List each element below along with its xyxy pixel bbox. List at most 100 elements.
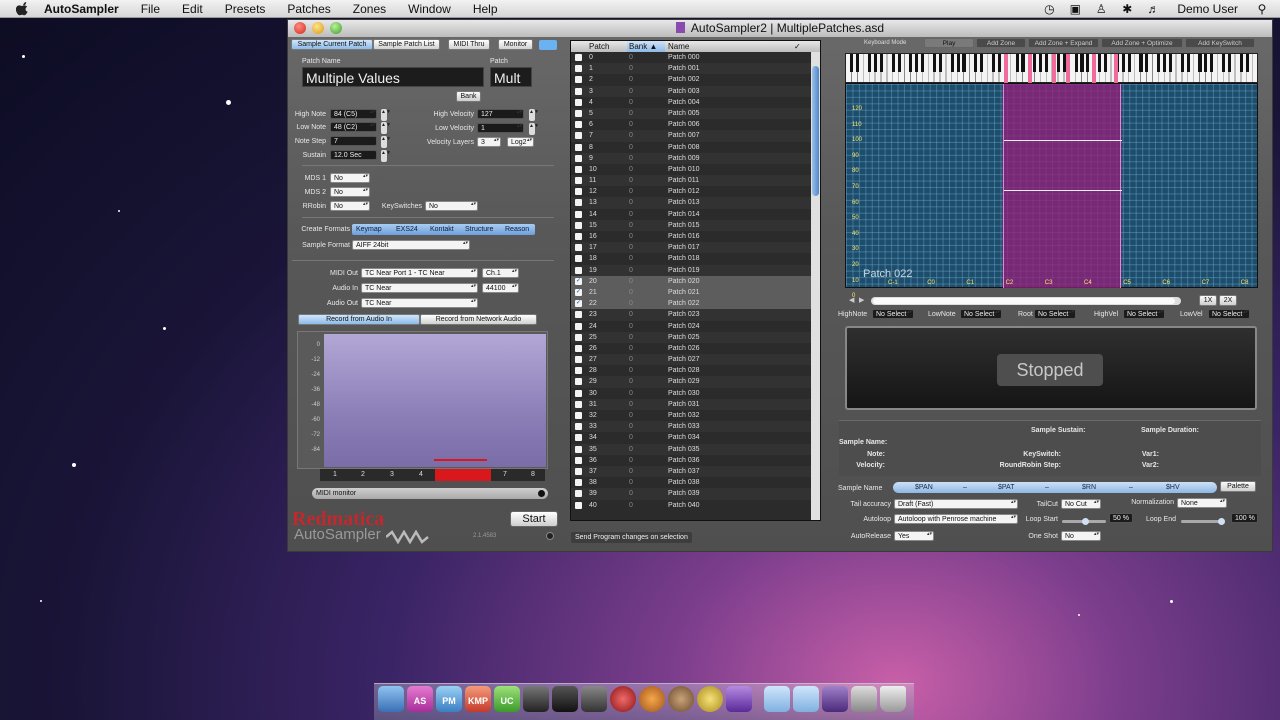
patch-checkbox[interactable]: [575, 311, 582, 319]
patch-checkbox[interactable]: [575, 132, 582, 140]
black-key[interactable]: [950, 54, 954, 72]
black-key[interactable]: [991, 54, 996, 72]
patch-row[interactable]: 38 0 Patch 038: [571, 477, 820, 488]
patch-row[interactable]: 4 0 Patch 004: [571, 97, 820, 108]
patch-row[interactable]: 12 0 Patch 012: [571, 186, 820, 197]
activity-monitor-icon[interactable]: [523, 686, 549, 712]
column-patch[interactable]: Patch: [589, 41, 609, 52]
high-velocity-stepper[interactable]: ▲▼: [529, 109, 539, 121]
send-program-changes-toggle[interactable]: Send Program changes on selection: [571, 532, 692, 543]
patch-checkbox[interactable]: [575, 367, 582, 375]
black-key[interactable]: [856, 54, 860, 72]
patch-checkbox[interactable]: [575, 244, 582, 252]
folder-icon[interactable]: [793, 686, 819, 712]
patch-row[interactable]: 5 0 Patch 005: [571, 107, 820, 120]
mode-add-zone-expand[interactable]: Add Zone + Expand: [1028, 38, 1099, 48]
preview-icon[interactable]: [851, 686, 877, 712]
low-note-stepper[interactable]: ▲▼: [381, 122, 391, 134]
black-key[interactable]: [1204, 54, 1208, 72]
patch-checkbox[interactable]: [575, 423, 582, 431]
scroll-left-icon[interactable]: ◀: [849, 296, 854, 304]
patch-row[interactable]: 0 0 Patch 000: [571, 52, 820, 63]
dock-app-pm[interactable]: PM: [436, 686, 462, 712]
audio-out-select[interactable]: TC Near: [361, 298, 478, 308]
patch-checkbox[interactable]: [575, 177, 582, 185]
black-key[interactable]: [1245, 54, 1249, 72]
patch-row[interactable]: 36 0 Patch 036: [571, 455, 820, 466]
loop-end-value[interactable]: 100 %: [1231, 513, 1258, 523]
patch-row[interactable]: 34 0 Patch 034: [571, 432, 820, 443]
midi-channel-select[interactable]: Ch.1: [482, 268, 519, 278]
token-hv[interactable]: $HV: [1166, 482, 1180, 493]
black-key[interactable]: [1039, 54, 1043, 72]
patch-row[interactable]: ✓ 21 0 Patch 021: [571, 286, 820, 299]
black-key[interactable]: [1145, 54, 1149, 72]
info-icon[interactable]: [546, 532, 554, 540]
mds2-select[interactable]: No: [330, 187, 370, 197]
patch-row[interactable]: 16 0 Patch 016: [571, 231, 820, 242]
black-key[interactable]: [1121, 54, 1125, 72]
patch-checkbox[interactable]: [575, 400, 582, 408]
patch-checkbox[interactable]: [575, 479, 582, 487]
midi-monitor-bar[interactable]: MIDI monitor: [312, 488, 548, 499]
no-entry-app-icon[interactable]: [610, 686, 636, 712]
patch-row[interactable]: 8 0 Patch 008: [571, 142, 820, 153]
patch-row[interactable]: 40 0 Patch 040: [571, 500, 820, 511]
volume-icon[interactable]: ♬: [1145, 2, 1161, 16]
monitor-led[interactable]: [539, 40, 557, 50]
normalization-select[interactable]: None: [1177, 498, 1227, 508]
dock-app-uc[interactable]: UC: [494, 686, 520, 712]
trash-icon[interactable]: [880, 686, 906, 712]
patch-checkbox[interactable]: [575, 356, 582, 364]
patch-row[interactable]: 39 0 Patch 039: [571, 488, 820, 500]
patch-checkbox[interactable]: [575, 221, 582, 229]
instrument-app-icon[interactable]: [726, 686, 752, 712]
tab-record-from-network-audio[interactable]: Record from Network Audio: [420, 314, 537, 325]
patch-row[interactable]: 25 0 Patch 025: [571, 331, 820, 343]
sample-name-token-bar[interactable]: $PAN – $PAT – $RN – $HV: [893, 482, 1217, 493]
patch-checkbox[interactable]: [575, 65, 582, 73]
audio-in-select[interactable]: TC Near: [361, 283, 478, 293]
rrobin-select[interactable]: No: [330, 201, 370, 211]
piano-keyboard[interactable]: [845, 53, 1258, 83]
patch-row[interactable]: 7 0 Patch 007: [571, 130, 820, 142]
zone-high-note-select[interactable]: No Select: [872, 309, 914, 319]
menu-presets[interactable]: Presets: [225, 2, 266, 16]
guitar-app-icon[interactable]: [668, 686, 694, 712]
zone-root-select[interactable]: No Select: [1034, 309, 1076, 319]
mode-add-zone[interactable]: Add Zone: [976, 38, 1026, 48]
patch-checkbox[interactable]: [575, 54, 582, 61]
patch-row[interactable]: 23 0 Patch 023: [571, 309, 820, 321]
bank-button[interactable]: Bank: [456, 91, 481, 102]
patch-row[interactable]: 19 0 Patch 019: [571, 264, 820, 276]
tab-sample-patch-list[interactable]: Sample Patch List: [373, 39, 440, 50]
patch-checkbox[interactable]: [575, 109, 582, 117]
mode-add-zone-optimize[interactable]: Add Zone + Optimize: [1101, 38, 1183, 48]
patch-checkbox[interactable]: [575, 344, 582, 352]
format-exs24-toggle[interactable]: EXS24: [396, 226, 418, 233]
patch-row[interactable]: 11 0 Patch 011: [571, 175, 820, 187]
token-pat[interactable]: $PAT: [998, 482, 1014, 493]
black-key[interactable]: [1139, 54, 1143, 72]
scroll-right-icon[interactable]: ▶: [859, 296, 864, 304]
black-key[interactable]: [1080, 54, 1084, 72]
display-icon[interactable]: ▣: [1067, 2, 1083, 16]
mode-play[interactable]: Play: [924, 38, 974, 48]
black-key[interactable]: [1127, 54, 1131, 72]
token-rn[interactable]: $RN: [1082, 482, 1096, 493]
document-stack-icon[interactable]: [822, 686, 848, 712]
patch-checkbox[interactable]: [575, 199, 582, 207]
tab-sample-current-patch[interactable]: Sample Current Patch: [291, 39, 373, 50]
time-machine-icon[interactable]: ◷: [1041, 2, 1057, 16]
black-key[interactable]: [962, 54, 966, 72]
sustain-stepper[interactable]: ▲▼: [381, 150, 391, 162]
black-key[interactable]: [1157, 54, 1161, 72]
zoom-2x-button[interactable]: 2X: [1219, 295, 1237, 306]
patch-name-field[interactable]: Multiple Values: [302, 67, 484, 87]
zone-low-note-select[interactable]: No Select: [960, 309, 1002, 319]
token-separator[interactable]: –: [963, 482, 967, 493]
slider-knob[interactable]: [1218, 518, 1225, 525]
patch-row[interactable]: 29 0 Patch 029: [571, 376, 820, 388]
high-note-select[interactable]: 84 (C5): [330, 109, 377, 119]
black-key[interactable]: [1015, 54, 1019, 72]
